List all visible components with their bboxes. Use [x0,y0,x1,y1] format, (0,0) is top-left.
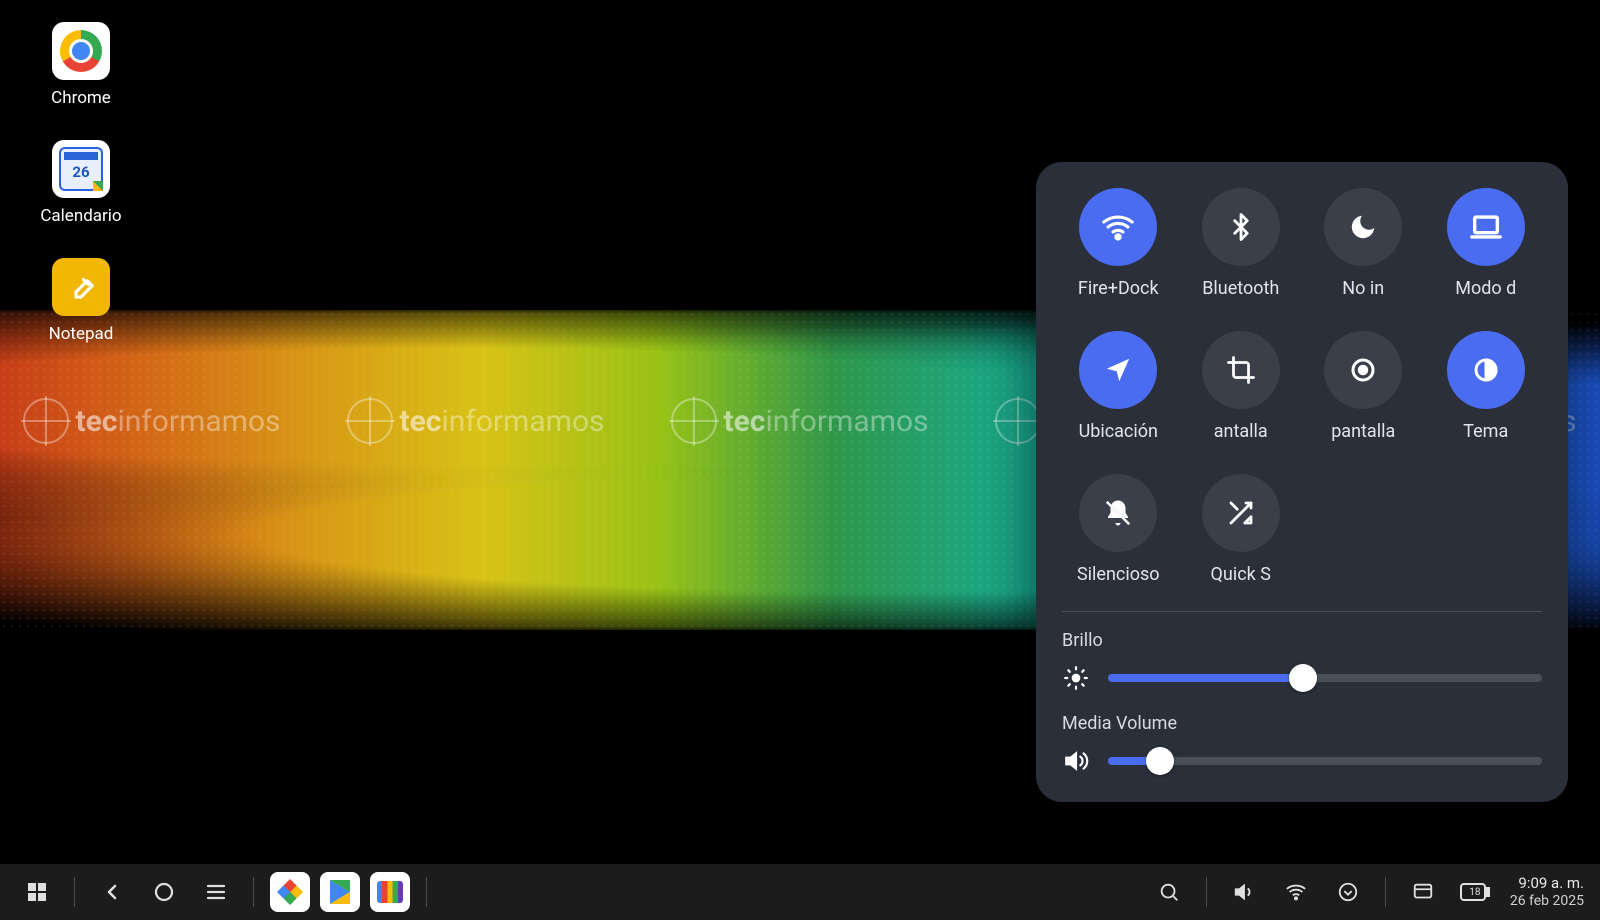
tray-wifi-button[interactable] [1275,871,1317,913]
tile-screen-record[interactable]: pantalla [1307,331,1420,442]
shuffle-icon [1202,474,1280,552]
calendar-icon: 26 [52,140,110,198]
quick-settings-panel: Fire+Dock Bluetooth No in Modo d Ubicaci [1036,162,1568,802]
app-launcher-button[interactable] [16,871,58,913]
tile-label: No in [1342,278,1384,299]
desktop-icon-label: Notepad [49,324,114,344]
tray-notifications-button[interactable] [1402,871,1444,913]
tray-quick-settings-button[interactable] [1327,871,1369,913]
crop-icon [1202,331,1280,409]
battery-day-badge: 18 [1469,887,1480,898]
volume-group: Media Volume [1062,713,1542,774]
tile-label: Fire+Dock [1078,278,1159,299]
tile-label: Modo d [1455,278,1516,299]
tile-label: antalla [1214,421,1268,442]
bluetooth-icon [1202,188,1280,266]
contrast-icon [1447,331,1525,409]
location-icon [1079,331,1157,409]
tile-label: Tema [1463,421,1508,442]
brightness-slider[interactable] [1108,674,1542,682]
volume-icon [1062,748,1090,774]
taskbar-app-photos[interactable] [270,872,310,912]
desktop-icons: Chrome 26 Calendario Notepad [38,22,124,344]
brightness-group: Brillo [1062,630,1542,691]
tray-volume-button[interactable] [1223,871,1265,913]
home-button[interactable] [143,871,185,913]
tile-label: Quick S [1211,564,1271,585]
tile-label: Ubicación [1079,421,1158,442]
recents-button[interactable] [195,871,237,913]
brightness-icon [1062,665,1090,691]
calendar-day: 26 [61,163,101,181]
bell-off-icon [1079,474,1157,552]
tile-silent[interactable]: Silencioso [1062,474,1175,585]
panel-divider [1062,611,1542,612]
tile-wifi[interactable]: Fire+Dock [1062,188,1175,299]
volume-label: Media Volume [1062,713,1542,734]
tile-label: Silencioso [1077,564,1160,585]
tile-quick-share[interactable]: Quick S [1185,474,1298,585]
notepad-icon [52,258,110,316]
taskbar-clock[interactable]: 9:09 a. m. 26 feb 2025 [1506,875,1584,908]
volume-slider[interactable] [1108,757,1542,765]
tile-desktop-mode[interactable]: Modo d [1430,188,1543,299]
desktop-icon-calendar[interactable]: 26 Calendario [38,140,124,226]
taskbar-divider [1385,877,1386,907]
quick-tile-grid: Fire+Dock Bluetooth No in Modo d Ubicaci [1062,188,1542,585]
taskbar-divider [1206,877,1207,907]
play-store-icon [330,880,350,904]
taskbar-divider [74,877,75,907]
brightness-label: Brillo [1062,630,1542,651]
desktop-icon-label: Chrome [51,88,111,108]
taskbar-app-play-store[interactable] [320,872,360,912]
tile-theme[interactable]: Tema [1430,331,1543,442]
clock-date: 26 feb 2025 [1510,893,1584,909]
wifi-icon [1079,188,1157,266]
photos-icon [277,879,303,905]
record-icon [1324,331,1402,409]
files-icon [377,881,403,903]
desktop-icon-chrome[interactable]: Chrome [38,22,124,108]
tray-battery-button[interactable]: 18 [1454,871,1496,913]
taskbar: 18 9:09 a. m. 26 feb 2025 [0,864,1600,920]
clock-time: 9:09 a. m. [1510,875,1584,892]
tile-do-not-disturb[interactable]: No in [1307,188,1420,299]
taskbar-divider [253,877,254,907]
tile-label: pantalla [1331,421,1395,442]
moon-icon [1324,188,1402,266]
desktop-icon-notepad[interactable]: Notepad [38,258,124,344]
tile-bluetooth[interactable]: Bluetooth [1185,188,1298,299]
taskbar-app-files[interactable] [370,872,410,912]
laptop-icon [1447,188,1525,266]
taskbar-divider [426,877,427,907]
chrome-icon [52,22,110,80]
tile-location[interactable]: Ubicación [1062,331,1175,442]
tile-screenshot[interactable]: antalla [1185,331,1298,442]
back-button[interactable] [91,871,133,913]
desktop-icon-label: Calendario [40,206,121,226]
tile-label: Bluetooth [1202,278,1279,299]
tray-search-button[interactable] [1148,871,1190,913]
